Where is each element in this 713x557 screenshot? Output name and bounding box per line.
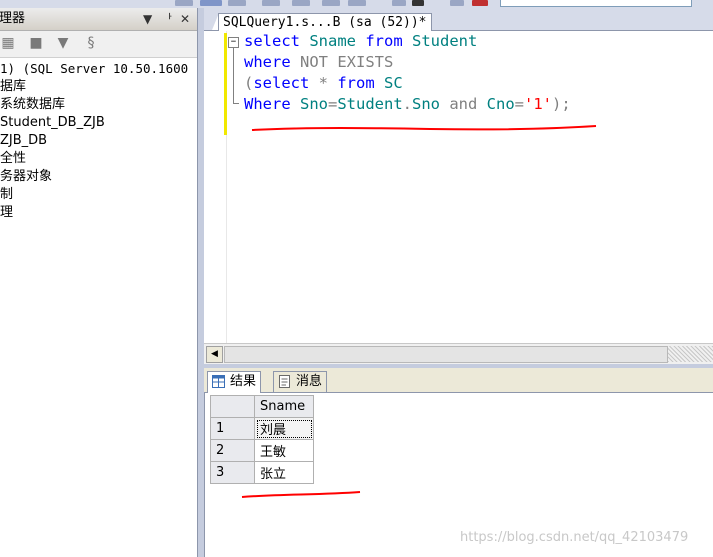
toolbar-button[interactable] [472, 0, 488, 6]
code-token: where [244, 53, 300, 71]
watermark-text: https://blog.csdn.net/qq_42103479 [460, 530, 689, 545]
filter-icon[interactable]: ▼ [55, 35, 71, 51]
dropdown-arrow-icon[interactable] [412, 0, 424, 6]
code-line[interactable]: where NOT EXISTS [244, 52, 571, 73]
code-line[interactable]: select Sname from Student [244, 31, 571, 52]
toolbar-button[interactable] [292, 0, 310, 6]
tab-sqlquery[interactable]: SQLQuery1.s...B (sa (52))* [218, 13, 432, 31]
code-token: SC [384, 74, 403, 92]
toolbar-button[interactable] [200, 0, 222, 6]
object-explorer-toolbar: ▦ ■ ▼ § [0, 31, 197, 58]
document-icon [279, 375, 290, 388]
horizontal-scrollbar[interactable]: ◀ [204, 343, 713, 364]
sql-editor[interactable]: − select Sname from Student where NOT EXI… [204, 31, 713, 343]
refresh-icon[interactable]: § [83, 35, 99, 51]
row-number[interactable]: 2 [210, 439, 255, 462]
toolbar-button[interactable] [228, 0, 246, 6]
disconnect-icon[interactable]: ▦ [0, 35, 16, 51]
tree-node-security[interactable]: 全性 [0, 150, 197, 168]
close-icon[interactable]: ✕ [180, 8, 190, 30]
scrollbar-thumb[interactable] [224, 346, 668, 363]
code-token: from [337, 74, 385, 92]
grid-cell-sname[interactable]: 张立 [254, 461, 314, 484]
change-tracking-bar [224, 33, 227, 135]
panel-title: 理器 [0, 11, 26, 26]
fold-guide-end [233, 103, 239, 104]
window-position-icon[interactable]: ▼ [143, 8, 152, 30]
tree-node-management[interactable]: 理 [0, 204, 197, 222]
toolbar-button[interactable] [392, 0, 406, 6]
row-number[interactable]: 1 [210, 417, 255, 440]
column-header-sname[interactable]: Sname [254, 395, 314, 418]
stop-icon[interactable]: ■ [28, 35, 44, 51]
table-row: 2 王敏 [210, 439, 314, 462]
code-token: Sno [300, 95, 328, 113]
results-tab-strip: 结果 消息 [204, 368, 713, 393]
tab-messages[interactable]: 消息 [273, 371, 328, 392]
pin-icon[interactable]: ᅡ [161, 8, 172, 30]
object-explorer-titlebar: 理器 ▼ ᅡ ✕ [0, 8, 197, 31]
code-token: from [365, 32, 412, 50]
results-grid: Sname 1 刘晨 2 王敏 3 张立 [210, 395, 314, 484]
collapse-icon[interactable]: − [228, 37, 239, 48]
tree-node-student-db[interactable]: Student_DB_ZJB [0, 114, 197, 132]
toolbar-button[interactable] [322, 0, 340, 6]
fold-guide [233, 48, 234, 103]
row-number[interactable]: 3 [210, 461, 255, 484]
tree-node-system-databases[interactable]: 系统数据库 [0, 96, 197, 114]
code-text[interactable]: select Sname from Student where NOT EXIST… [244, 31, 571, 115]
grid-icon [212, 375, 225, 388]
tab-messages-label: 消息 [296, 374, 323, 389]
code-token: ( [244, 74, 254, 92]
code-token: Cno [486, 95, 515, 113]
red-underline-annotation [251, 125, 597, 131]
document-tab-strip: SQLQuery1.s...B (sa (52))* [204, 8, 713, 31]
code-token: Sno [412, 95, 450, 113]
tab-results[interactable]: 结果 [207, 371, 262, 393]
code-token: EXISTS [337, 53, 394, 71]
table-row: 1 刘晨 [210, 417, 314, 440]
table-row: 3 张立 [210, 461, 314, 484]
toolbar-button[interactable] [262, 0, 280, 6]
toolbar-database-combo[interactable] [500, 0, 692, 7]
code-token: . [402, 95, 413, 113]
tree-node-replication[interactable]: 制 [0, 186, 197, 204]
code-token: = [328, 95, 338, 113]
code-line[interactable]: (select * from SC [244, 73, 571, 94]
code-token: '1' [524, 95, 553, 113]
tree-node-databases[interactable]: 据库 [0, 78, 197, 96]
code-token: Student [337, 95, 403, 113]
grid-corner[interactable] [210, 395, 255, 418]
code-line[interactable]: Where Sno=Student.Sno and Cno='1'); [244, 94, 571, 115]
code-token: Sname [309, 32, 366, 50]
red-underline-annotation [241, 491, 361, 498]
object-explorer-panel: 理器 ▼ ᅡ ✕ ▦ ■ ▼ § 1) (SQL Server 10.50.16… [0, 8, 198, 557]
code-token: NOT [300, 53, 338, 71]
toolbar-button[interactable] [348, 0, 366, 6]
scroll-left-icon[interactable]: ◀ [206, 346, 223, 363]
object-tree: 1) (SQL Server 10.50.1600 据库 系统数据库 Stude… [0, 58, 197, 222]
code-token: select [253, 74, 319, 92]
code-token: * [318, 74, 338, 92]
code-token: Where [244, 95, 300, 113]
grid-cell-sname[interactable]: 刘晨 [254, 417, 314, 440]
code-token: ); [552, 95, 571, 113]
code-token: select [244, 32, 310, 50]
grid-cell-sname[interactable]: 王敏 [254, 439, 314, 462]
tree-node-server-objects[interactable]: 务器对象 [0, 168, 197, 186]
tree-node-server[interactable]: 1) (SQL Server 10.50.1600 [0, 60, 197, 78]
code-token: and [449, 95, 487, 113]
code-token: = [514, 95, 525, 113]
tree-node-zjb-db[interactable]: ZJB_DB [0, 132, 197, 150]
resize-grip [668, 346, 713, 362]
toolbar-button[interactable] [175, 0, 193, 6]
code-token: Student [412, 32, 478, 50]
tab-results-label: 结果 [230, 374, 257, 389]
toolbar-button[interactable] [450, 0, 464, 6]
